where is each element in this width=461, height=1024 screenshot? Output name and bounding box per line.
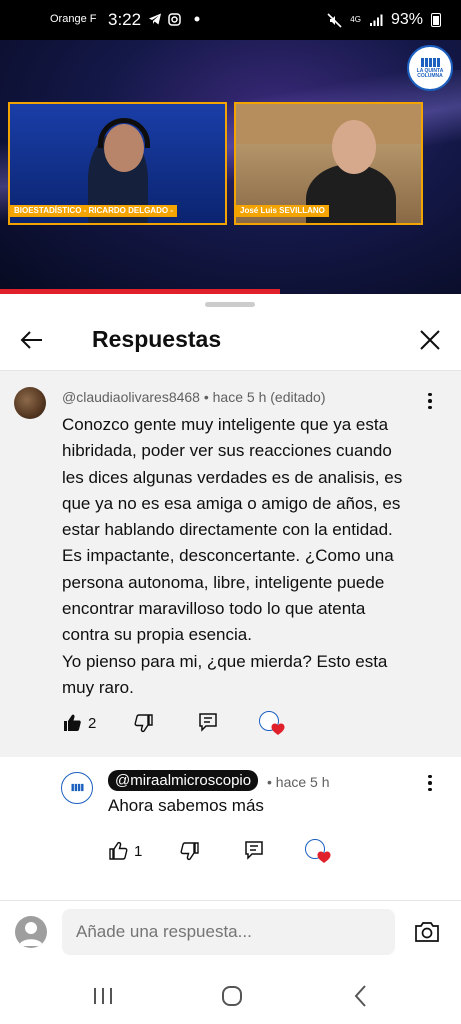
dislike-icon[interactable] [134, 713, 154, 733]
recent-apps-icon[interactable] [88, 981, 118, 1011]
camera-icon[interactable] [413, 918, 441, 946]
drag-handle[interactable] [205, 302, 255, 307]
reply-comment-icon[interactable] [244, 840, 264, 860]
comment-text: Conozco gente muy inteligente que ya est… [62, 415, 403, 697]
signal-icon [369, 14, 383, 26]
reply-like-button[interactable]: 1 [108, 841, 142, 861]
status-bar: Orange F 3:22 4G 93% [0, 0, 461, 40]
person-right-head [332, 120, 376, 174]
logo-text: LA QUINTA COLUMNA [416, 67, 444, 79]
home-icon[interactable] [217, 981, 247, 1011]
heart-icon [271, 723, 285, 735]
instagram-icon [168, 12, 181, 26]
reply-text: Ahora sabemos más [108, 796, 264, 815]
mute-icon [327, 12, 342, 28]
dislike-icon[interactable] [180, 841, 200, 861]
thumbs-up-icon [109, 841, 128, 860]
notification-dot-icon [194, 16, 200, 22]
replies-sheet: Respuestas @claudiaolivares8468 • hace 5… [0, 294, 461, 1024]
comment-meta: @claudiaolivares8468 • hace 5 h (editado… [62, 389, 326, 405]
like-count: 2 [88, 714, 97, 732]
back-nav-icon[interactable] [346, 981, 376, 1011]
heart-icon [317, 851, 331, 863]
parent-comment: @claudiaolivares8468 • hace 5 h (editado… [0, 371, 461, 757]
reply-compose-bar [0, 901, 461, 967]
back-arrow-icon[interactable] [18, 326, 46, 354]
reply-avatar[interactable] [61, 772, 93, 804]
clock: 3:22 [108, 10, 142, 29]
reply-comment: @miraalmicroscopio • hace 5 h Ahora sabe… [0, 757, 461, 897]
battery-icon [431, 13, 441, 27]
video-player[interactable]: LA QUINTA COLUMNA BIOESTADÍSTICO - RICAR… [0, 40, 461, 294]
video-pip-right: José Luis SEVILLANO [234, 102, 423, 225]
default-user-icon [19, 922, 43, 946]
reply-input[interactable] [62, 909, 395, 955]
system-nav-bar [0, 967, 461, 1024]
like-button[interactable]: 2 [62, 713, 96, 733]
telegram-icon [149, 13, 161, 25]
more-options-icon[interactable] [418, 771, 442, 795]
speaker-right-label: José Luis SEVILLANO [236, 205, 329, 217]
carrier-label: Orange F [50, 13, 97, 25]
logo-bars-icon [420, 57, 440, 67]
creator-heart-badge [259, 711, 285, 737]
sheet-header: Respuestas [0, 314, 461, 368]
reply-like-count: 1 [134, 842, 143, 860]
video-pip-left: BIOESTADÍSTICO - RICARDO DELGADO - [8, 102, 227, 225]
avatar[interactable] [14, 387, 46, 419]
headphones-icon [98, 118, 150, 148]
reply-meta: • hace 5 h [267, 774, 330, 790]
user-avatar[interactable] [15, 916, 47, 948]
reply-author-handle[interactable]: @miraalmicroscopio [108, 770, 259, 791]
creator-heart-badge [305, 839, 331, 865]
thumbs-up-filled-icon [64, 714, 81, 731]
more-options-icon[interactable] [418, 389, 442, 413]
battery-percent: 93% [390, 11, 423, 28]
close-icon[interactable] [416, 326, 444, 354]
channel-logo: LA QUINTA COLUMNA [407, 45, 453, 91]
page-title: Respuestas [92, 326, 222, 352]
kitchen-cabinets [236, 104, 421, 144]
reply-comment-icon[interactable] [198, 712, 218, 732]
network-type: 4G [350, 15, 361, 24]
logo-bars-icon [71, 783, 83, 791]
speaker-left-label: BIOESTADÍSTICO - RICARDO DELGADO - [10, 205, 177, 217]
